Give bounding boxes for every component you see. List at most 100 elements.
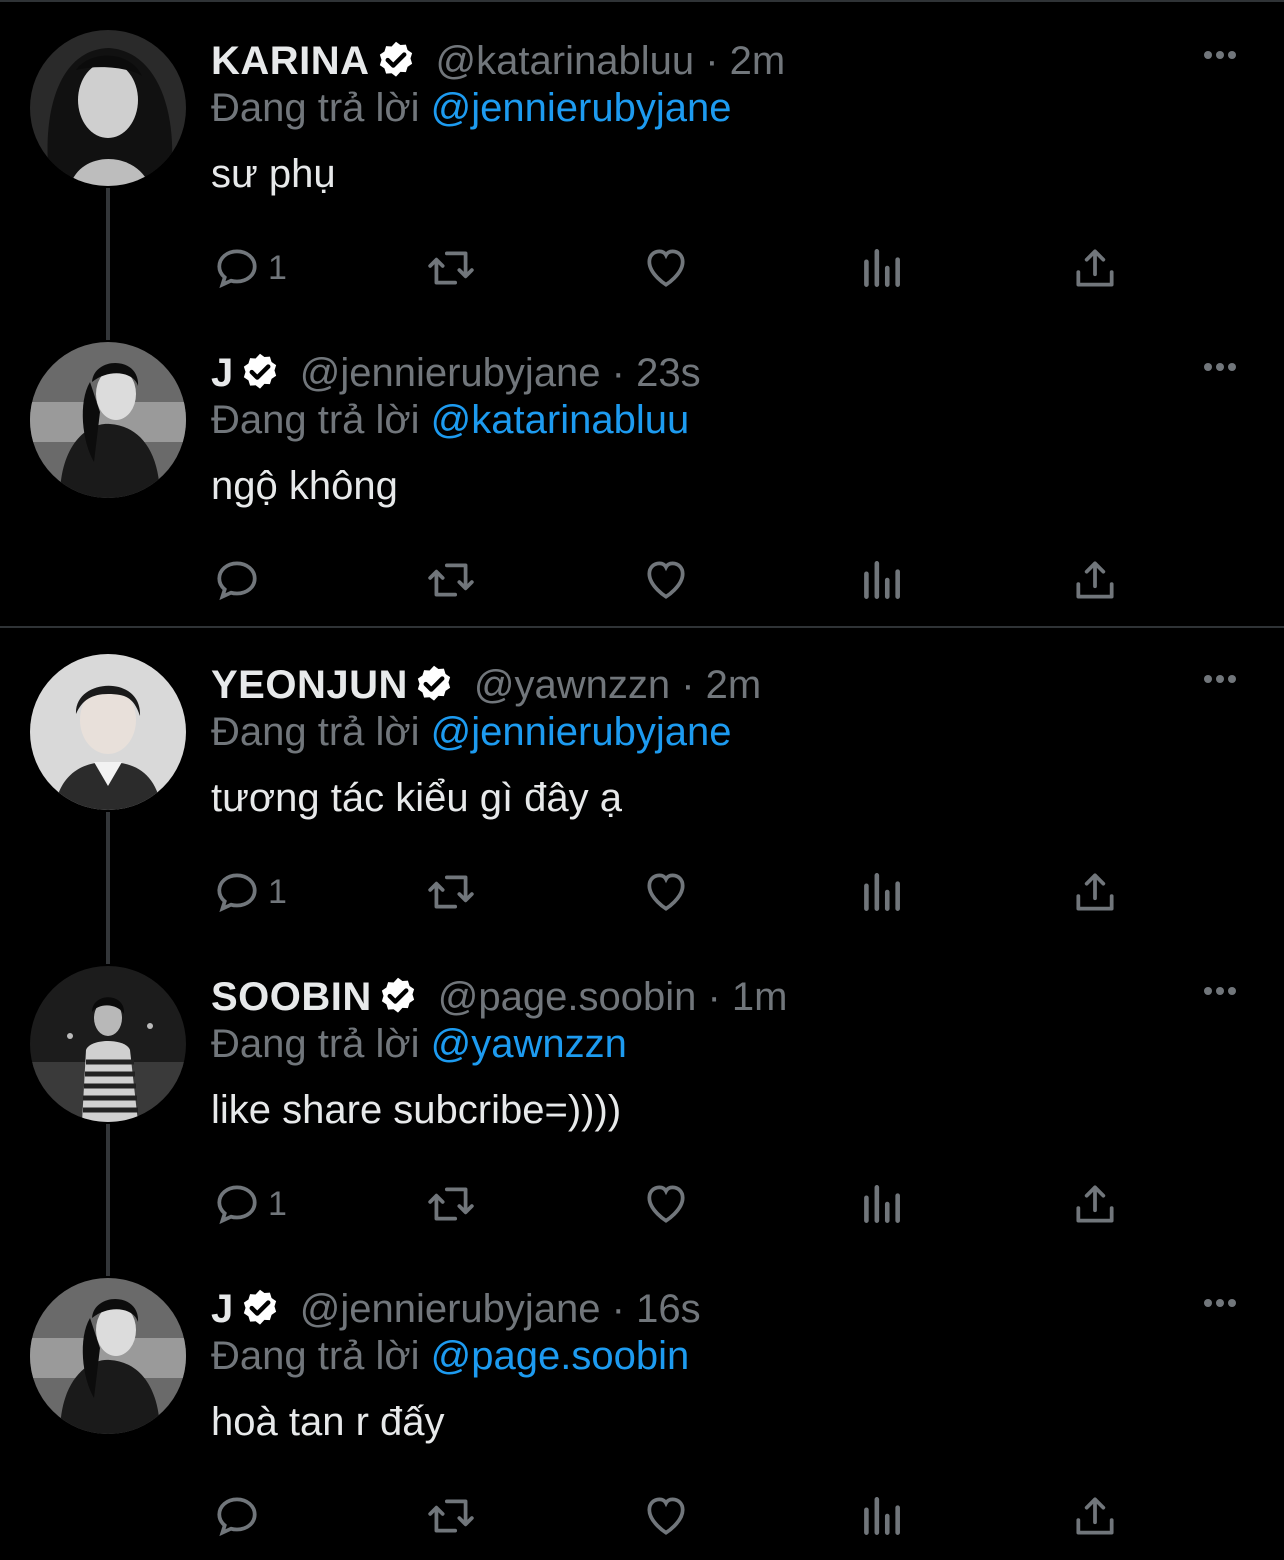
share-button[interactable] [1070,864,1120,920]
jennie-avatar[interactable] [30,1278,186,1434]
tweet-actions: 1 [0,1176,1284,1232]
like-button[interactable] [641,864,691,920]
tweet-header: YEONJUN @yawnzzn · 2m [211,658,761,712]
display-name[interactable]: YEONJUN [211,663,408,708]
share-button[interactable] [1070,1488,1120,1544]
tweet-text: hoà tan r đấy [211,1400,445,1444]
replying-to-mention[interactable]: @page.soobin [431,1334,690,1378]
tweet-header: J @jennierubyjane · 16s [211,1282,701,1336]
reply-button[interactable] [212,552,268,608]
reply-count: 1 [268,1184,287,1223]
replying-to-label: Đang trả lời [211,710,420,754]
handle-and-time[interactable]: @jennierubyjane · 23s [300,351,701,396]
reply-icon [217,1185,257,1225]
replying-to-mention[interactable]: @yawnzzn [431,1022,627,1066]
retweet-button[interactable] [426,864,476,920]
share-icon [1076,249,1114,287]
more-options-icon[interactable] [1200,352,1240,382]
replying-to-mention[interactable]: @jennierubyjane [431,710,732,754]
retweet-button[interactable] [426,240,476,296]
handle-and-time[interactable]: @jennierubyjane · 16s [300,1287,701,1332]
display-name[interactable]: J [211,351,234,396]
share-button[interactable] [1070,1176,1120,1232]
tweet-actions [0,552,1284,608]
karina-avatar[interactable] [30,30,186,186]
like-button[interactable] [641,552,691,608]
replying-to-label: Đang trả lời [211,398,420,442]
replying-to-label: Đang trả lời [211,1022,420,1066]
views-icon [864,1497,900,1535]
share-button[interactable] [1070,240,1120,296]
tweet-header: SOOBIN @page.soobin · 1m [211,970,787,1024]
reply-button[interactable] [212,1488,268,1544]
verified-badge-icon [243,1289,276,1325]
retweet-icon [428,251,474,285]
views-icon [864,249,900,287]
retweet-icon [428,1499,474,1533]
reply-icon [217,561,257,601]
like-button[interactable] [641,1176,691,1232]
soobin-avatar[interactable] [30,966,186,1122]
retweet-icon [428,1187,474,1221]
tweet-text: tương tác kiểu gì đây ạ [211,776,623,820]
replying-to: Đang trả lời @jennierubyjane [211,86,731,131]
tweet[interactable]: SOOBIN @page.soobin · 1m Đang trả lời @y… [0,936,1284,1248]
more-options-icon[interactable] [1200,664,1240,694]
verified-badge-icon [381,977,414,1013]
tweet[interactable]: KARINA @katarinabluu · 2m Đang trả lời @… [0,0,1284,312]
views-icon [864,561,900,599]
share-icon [1076,1185,1114,1223]
tweet-text: sư phụ [211,152,336,196]
like-icon [647,1185,685,1223]
replying-to: Đang trả lời @katarinabluu [211,398,689,443]
retweet-icon [428,875,474,909]
views-button[interactable] [856,552,906,608]
reply-button[interactable]: 1 [212,864,287,920]
reply-icon [217,873,257,913]
display-name[interactable]: SOOBIN [211,975,372,1020]
tweet-header: KARINA @katarinabluu · 2m [211,34,785,88]
handle-and-time[interactable]: @page.soobin · 1m [438,975,788,1020]
more-options-icon[interactable] [1200,1288,1240,1318]
jennie-avatar[interactable] [30,342,186,498]
reply-button[interactable]: 1 [212,240,287,296]
tweet[interactable]: J @jennierubyjane · 23s Đang trả lời @ka… [0,312,1284,624]
tweet-actions: 1 [0,240,1284,296]
replying-to-mention[interactable]: @jennierubyjane [431,86,732,130]
more-options-icon[interactable] [1200,976,1240,1006]
more-options-icon[interactable] [1200,40,1240,70]
replying-to: Đang trả lời @page.soobin [211,1334,689,1379]
like-button[interactable] [641,1488,691,1544]
display-name[interactable]: KARINA [211,39,370,84]
views-button[interactable] [856,1176,906,1232]
retweet-button[interactable] [426,1176,476,1232]
replying-to-mention[interactable]: @katarinabluu [431,398,690,442]
tweet-text: ngộ không [211,464,398,508]
verified-badge-icon [417,665,451,701]
handle-and-time[interactable]: @yawnzzn · 2m [474,663,761,708]
tweet[interactable]: YEONJUN @yawnzzn · 2m Đang trả lời @jenn… [0,624,1284,936]
tweet-text: like share subcribe=)))) [211,1088,622,1132]
reply-button[interactable]: 1 [212,1176,287,1232]
verified-badge-icon [243,353,276,389]
like-button[interactable] [641,240,691,296]
share-icon [1076,1497,1114,1535]
reply-icon [217,249,257,289]
retweet-button[interactable] [426,552,476,608]
handle-and-time[interactable]: @katarinabluu · 2m [436,39,786,84]
tweet[interactable]: J @jennierubyjane · 16s Đang trả lời @pa… [0,1248,1284,1560]
replying-to: Đang trả lời @yawnzzn [211,1022,627,1067]
views-button[interactable] [856,864,906,920]
views-icon [864,1185,900,1223]
replying-to: Đang trả lời @jennierubyjane [211,710,731,755]
display-name[interactable]: J [211,1287,234,1332]
reply-count: 1 [268,248,287,287]
yeonjun-avatar[interactable] [30,654,186,810]
views-button[interactable] [856,1488,906,1544]
retweet-button[interactable] [426,1488,476,1544]
like-icon [647,1497,685,1535]
share-icon [1076,561,1114,599]
share-button[interactable] [1070,552,1120,608]
views-button[interactable] [856,240,906,296]
verified-badge-icon [379,41,412,77]
